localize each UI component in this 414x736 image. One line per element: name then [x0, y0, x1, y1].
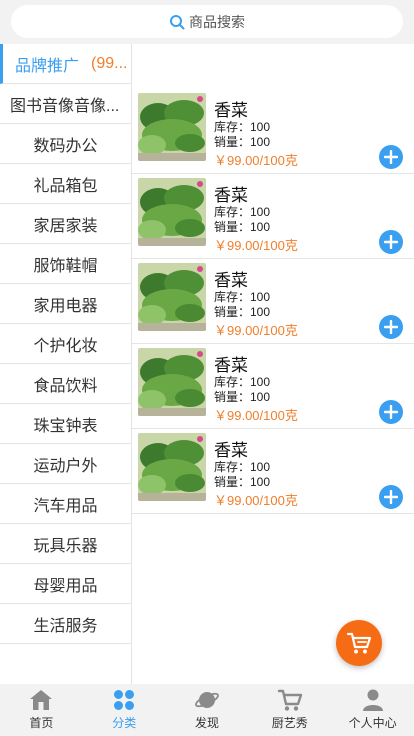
sidebar-item-sports-outdoor[interactable]: 运动户外: [0, 444, 131, 484]
product-card[interactable]: 香菜 库存：100 销量：100 ￥99.00/100克: [132, 258, 414, 344]
shopping-cart-icon: [346, 632, 372, 654]
product-image[interactable]: [138, 263, 206, 331]
sidebar-item-personal-care[interactable]: 个护化妆: [0, 324, 131, 364]
search-icon: [170, 14, 185, 29]
sidebar-item-label: 服饰鞋帽: [33, 257, 98, 275]
sidebar-item-label: 家居家装: [33, 217, 98, 235]
sidebar-item-food-drinks[interactable]: 食品饮料: [0, 364, 131, 404]
plus-icon: [384, 405, 398, 419]
planet-icon: [195, 692, 219, 708]
add-to-cart-button[interactable]: [379, 315, 403, 339]
sidebar-item-label: 礼品箱包: [33, 177, 98, 195]
sidebar-item-label: 珠宝钟表: [33, 417, 98, 435]
sidebar-item-label: 图书音像音像...: [10, 97, 120, 115]
product-price: ￥99.00/100克: [214, 323, 298, 338]
sidebar-item-toys-music[interactable]: 玩具乐器: [0, 524, 131, 564]
product-sales: 销量：100: [214, 220, 271, 234]
cart-icon: [277, 689, 302, 711]
product-price: ￥99.00/100克: [214, 238, 298, 253]
sidebar-item-label: 品牌推广: [15, 57, 80, 75]
tab-profile[interactable]: 个人中心: [331, 684, 414, 736]
plus-icon: [384, 490, 398, 504]
user-icon: [362, 689, 383, 711]
product-list: 香菜 库存：100 销量：100 ￥99.00/100克 香菜 库存：100 销…: [132, 44, 414, 684]
tab-cooking-show[interactable]: 厨艺秀: [248, 684, 331, 736]
tab-home[interactable]: 首页: [0, 684, 83, 736]
product-image[interactable]: [138, 93, 206, 161]
product-image[interactable]: [138, 348, 206, 416]
sidebar-item-label: 数码办公: [33, 137, 98, 155]
sidebar-item-label: 食品饮料: [33, 377, 98, 395]
product-price: ￥99.00/100克: [214, 153, 298, 168]
sidebar-item-baby[interactable]: 母婴用品: [0, 564, 131, 604]
add-to-cart-button[interactable]: [379, 485, 403, 509]
tab-discover[interactable]: 发现: [166, 684, 249, 736]
sidebar-item-digital-office[interactable]: 数码办公: [0, 124, 131, 164]
product-card[interactable]: 香菜 库存：100 销量：100 ￥99.00/100克: [132, 343, 414, 429]
plus-icon: [384, 320, 398, 334]
sidebar-item-apparel[interactable]: 服饰鞋帽: [0, 244, 131, 284]
sidebar-item-label: 运动户外: [33, 457, 98, 475]
sidebar-item-label: 玩具乐器: [33, 537, 98, 555]
sidebar-item-label: 生活服务: [33, 617, 98, 635]
sidebar-item-auto[interactable]: 汽车用品: [0, 484, 131, 524]
plus-icon: [384, 235, 398, 249]
sidebar-item-jewelry-watches[interactable]: 珠宝钟表: [0, 404, 131, 444]
tab-label: 首页: [29, 716, 54, 730]
sidebar-item-label: 母婴用品: [33, 577, 98, 595]
tab-category[interactable]: 分类: [83, 684, 166, 736]
product-sales: 销量：100: [214, 305, 271, 319]
add-to-cart-button[interactable]: [379, 400, 403, 424]
home-icon: [30, 690, 53, 710]
sidebar-item-count: (99...: [91, 54, 128, 72]
sidebar-item-label: 汽车用品: [33, 497, 98, 515]
product-sales: 销量：100: [214, 390, 271, 404]
product-sales: 销量：100: [214, 475, 271, 489]
product-price: ￥99.00/100克: [214, 493, 298, 508]
sidebar-item-label: 家用电器: [33, 297, 98, 315]
product-sales: 销量：100: [214, 135, 271, 149]
product-card[interactable]: 香菜 库存：100 销量：100 ￥99.00/100克: [132, 173, 414, 259]
category-sidebar: 品牌推广 (99... 图书音像音像... 数码办公 礼品箱包 家居家装 服饰鞋…: [0, 44, 132, 684]
sidebar-item-brand-promo[interactable]: 品牌推广 (99...: [0, 44, 131, 84]
tab-label: 厨艺秀: [271, 716, 308, 730]
sidebar-item-books[interactable]: 图书音像音像...: [0, 84, 131, 124]
tab-label: 个人中心: [348, 716, 397, 730]
product-image[interactable]: [138, 178, 206, 246]
sidebar-item-life-services[interactable]: 生活服务: [0, 604, 131, 644]
product-price: ￥99.00/100克: [214, 408, 298, 423]
tab-label: 分类: [112, 716, 137, 730]
category-icon: [114, 690, 135, 710]
product-card[interactable]: 香菜 库存：100 销量：100 ￥99.00/100克: [132, 428, 414, 514]
search-bar[interactable]: 商品搜索: [11, 5, 403, 38]
sidebar-item-label: 个护化妆: [33, 337, 98, 355]
add-to-cart-button[interactable]: [379, 145, 403, 169]
top-bar: 商品搜索: [0, 0, 414, 44]
floating-cart-button[interactable]: [336, 620, 382, 666]
product-card[interactable]: 香菜 库存：100 销量：100 ￥99.00/100克: [132, 88, 414, 174]
search-placeholder: 商品搜索: [189, 13, 245, 30]
tab-label: 发现: [194, 716, 219, 730]
plus-icon: [384, 150, 398, 164]
bottom-tab-bar: 首页 分类 发现 厨艺秀 个人中心: [0, 684, 414, 736]
sidebar-item-home-decor[interactable]: 家居家装: [0, 204, 131, 244]
product-image[interactable]: [138, 433, 206, 501]
add-to-cart-button[interactable]: [379, 230, 403, 254]
sidebar-item-appliances[interactable]: 家用电器: [0, 284, 131, 324]
sidebar-item-gift-bags[interactable]: 礼品箱包: [0, 164, 131, 204]
